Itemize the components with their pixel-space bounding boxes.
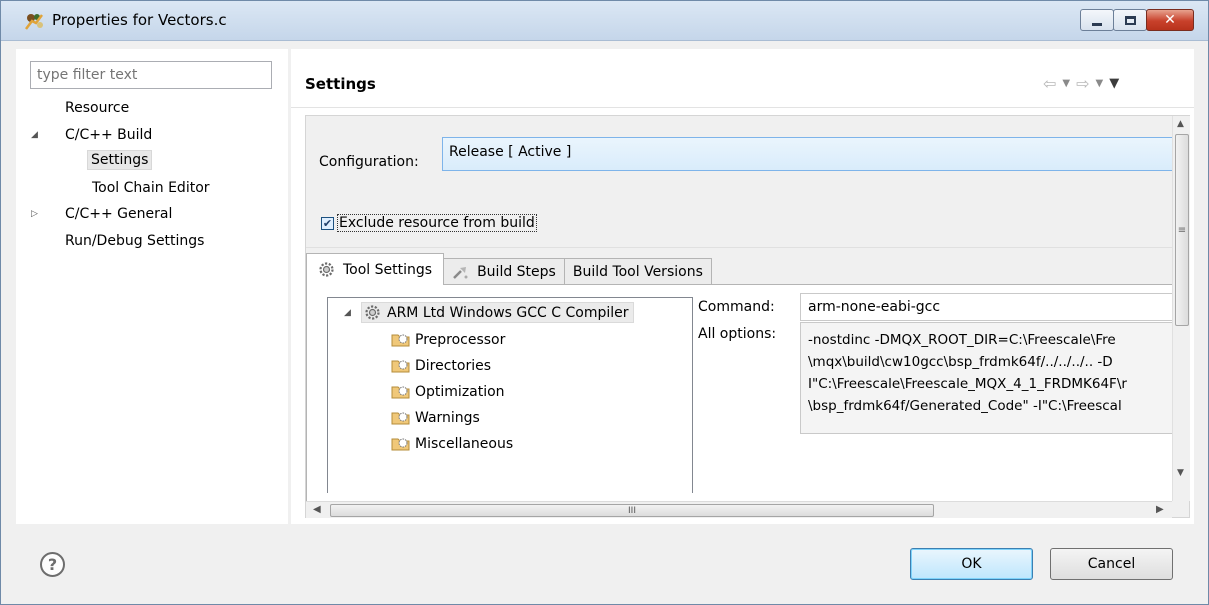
minimize-button[interactable] (1080, 9, 1114, 31)
command-field[interactable]: arm-none-eabi-gcc (800, 293, 1180, 321)
tool-tree-item-label: Directories (415, 357, 492, 374)
tool-tree-root[interactable]: ARM Ltd Windows GCC C Compiler (361, 302, 634, 323)
build-steps-icon (453, 266, 468, 279)
expanded-arrow-icon[interactable]: ◢ (31, 130, 38, 140)
exclude-checkbox-label[interactable]: Exclude resource from build (337, 214, 537, 232)
tab-tool-settings-label: Tool Settings (343, 261, 433, 278)
scroll-right-icon[interactable]: ▶ (1156, 504, 1164, 515)
title-bar[interactable]: Properties for Vectors.c ✕ (1, 1, 1208, 41)
horizontal-scroll-thumb[interactable]: III (330, 504, 934, 517)
tool-tree-item[interactable]: Optimization (391, 383, 505, 400)
forward-arrow-icon[interactable]: ⇨ (1076, 74, 1089, 93)
folder-gear-icon (391, 334, 410, 347)
options-line: \bsp_frdmk64f/Generated_Code" -I"C:\Free… (808, 398, 1122, 414)
scroll-down-icon[interactable]: ▼ (1177, 468, 1184, 478)
tab-tool-settings[interactable]: Tool Settings (306, 253, 445, 285)
configuration-select[interactable]: Release [ Active ] (442, 137, 1174, 171)
vertical-scrollbar[interactable]: ▲ ≡ ▼ (1172, 116, 1190, 501)
folder-gear-icon (391, 360, 410, 373)
gear-icon (319, 262, 334, 277)
tab-build-tool-versions[interactable]: Build Tool Versions (563, 258, 712, 285)
tool-tree: ◢ ARM Ltd Windows GCC C Compiler Preproc… (327, 297, 693, 493)
tree-item-cpp-general[interactable]: C/C++ General (65, 206, 172, 222)
maximize-button[interactable] (1113, 9, 1147, 31)
filter-input[interactable] (30, 61, 272, 89)
tree-item-settings[interactable]: Settings (87, 150, 153, 170)
back-menu-icon[interactable]: ▼ (1062, 78, 1070, 89)
config-divider (306, 247, 1172, 248)
compiler-gear-icon (365, 305, 380, 320)
tool-tree-item-label: Optimization (415, 383, 505, 400)
back-arrow-icon[interactable]: ⇦ (1043, 74, 1056, 93)
tab-build-tool-versions-label: Build Tool Versions (572, 264, 703, 280)
options-line: \mqx\build\cw10gcc\bsp_frdmk64f/../../..… (808, 354, 1113, 370)
header-divider (291, 107, 1194, 108)
folder-gear-icon (391, 438, 410, 451)
tool-tree-item[interactable]: Directories (391, 357, 491, 374)
nav-arrows: ⇦ ▼ ⇨ ▼ ▼ (1043, 73, 1188, 93)
properties-dialog: Properties for Vectors.c ✕ Resource ◢ C/… (0, 0, 1209, 605)
tool-tree-item-label: Warnings (415, 409, 480, 426)
command-label: Command: (698, 299, 775, 315)
window-controls: ✕ (1080, 9, 1194, 31)
settings-tabs: Tool Settings Build Steps Build Tool Ver… (306, 253, 712, 285)
tree-item-run-debug-settings[interactable]: Run/Debug Settings (65, 233, 204, 249)
minimize-icon (1092, 22, 1102, 26)
view-menu-icon[interactable]: ▼ (1109, 76, 1119, 91)
app-icon (25, 14, 43, 30)
scroll-left-icon[interactable]: ◀ (313, 504, 321, 515)
options-line: -nostdinc -DMQX_ROOT_DIR=C:\Freescale\Fr… (808, 332, 1116, 348)
right-pane: Settings ⇦ ▼ ⇨ ▼ ▼ Configuration: Releas… (291, 49, 1194, 524)
tree-item-cpp-build[interactable]: C/C++ Build (65, 127, 152, 143)
page-title: Settings (305, 75, 376, 93)
vertical-scroll-thumb[interactable]: ≡ (1175, 134, 1189, 326)
all-options-field[interactable]: -nostdinc -DMQX_ROOT_DIR=C:\Freescale\Fr… (800, 322, 1180, 434)
tool-tree-item[interactable]: Preprocessor (391, 331, 505, 348)
maximize-icon (1124, 15, 1136, 25)
tab-build-steps[interactable]: Build Steps (443, 258, 565, 285)
exclude-resource-row[interactable]: ✔ Exclude resource from build (321, 214, 537, 232)
configuration-area: Configuration: Release [ Active ] ✔ Excl… (306, 116, 1174, 247)
scroll-up-icon[interactable]: ▲ (1177, 119, 1184, 129)
close-icon: ✕ (1164, 12, 1176, 28)
exclude-checkbox[interactable]: ✔ (321, 216, 334, 230)
collapsed-arrow-icon[interactable]: ▷ (31, 209, 38, 219)
help-icon[interactable]: ? (40, 552, 65, 577)
folder-gear-icon (391, 412, 410, 425)
expanded-arrow-icon[interactable]: ◢ (344, 308, 351, 318)
window-title: Properties for Vectors.c (52, 11, 227, 29)
tool-settings-panel: ◢ ARM Ltd Windows GCC C Compiler Preproc… (306, 284, 1180, 501)
horizontal-scrollbar[interactable]: ◀ III ▶ (306, 501, 1172, 518)
cancel-button[interactable]: Cancel (1050, 548, 1173, 580)
tool-tree-item-label: Miscellaneous (415, 435, 514, 452)
tool-tree-root-label: ARM Ltd Windows GCC C Compiler (387, 304, 629, 321)
close-button[interactable]: ✕ (1146, 9, 1194, 31)
left-pane: Resource ◢ C/C++ Build Settings Tool Cha… (16, 49, 288, 524)
tree-item-resource[interactable]: Resource (65, 100, 129, 116)
all-options-label: All options: (698, 326, 777, 342)
tool-tree-item[interactable]: Miscellaneous (391, 435, 513, 452)
configuration-label: Configuration: (319, 154, 419, 170)
folder-gear-icon (391, 386, 410, 399)
tree-item-tool-chain-editor[interactable]: Tool Chain Editor (92, 180, 210, 196)
settings-scroll-area: Configuration: Release [ Active ] ✔ Excl… (305, 115, 1190, 518)
forward-menu-icon[interactable]: ▼ (1096, 78, 1104, 89)
tool-tree-item[interactable]: Warnings (391, 409, 480, 426)
tab-build-steps-label: Build Steps (477, 264, 556, 280)
ok-button[interactable]: OK (910, 548, 1033, 580)
tool-tree-item-label: Preprocessor (415, 331, 506, 348)
options-line: I"C:\Freescale\Freescale_MQX_4_1_FRDMK64… (808, 376, 1127, 392)
